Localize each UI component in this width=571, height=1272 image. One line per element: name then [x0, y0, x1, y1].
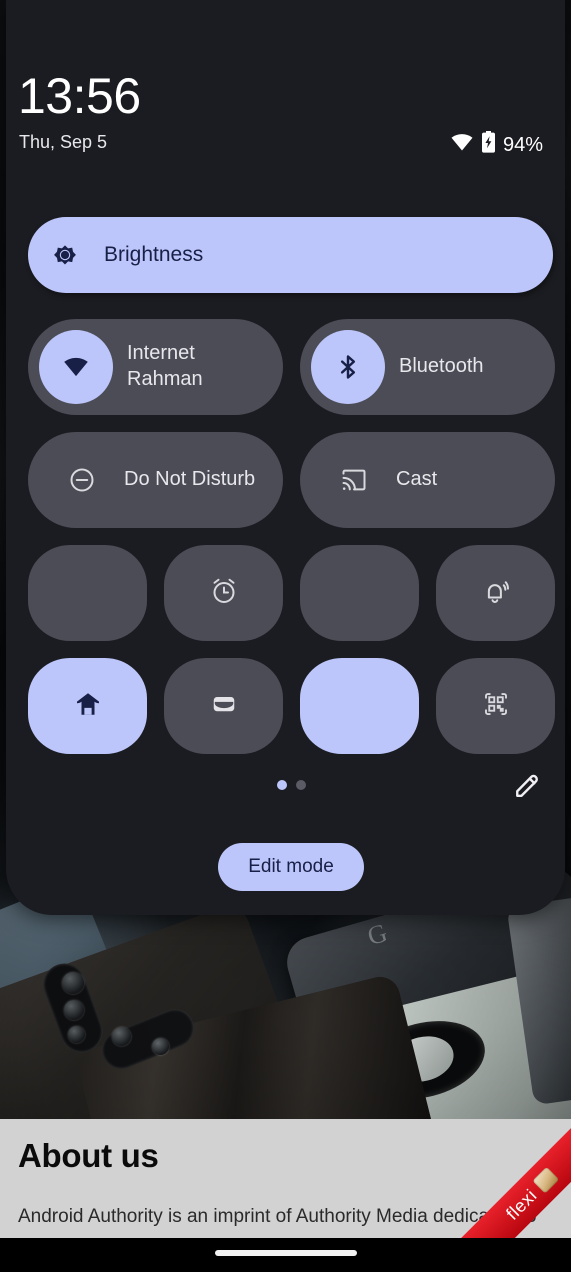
bell-ringing-icon [481, 576, 511, 611]
brightness-slider[interactable]: Brightness [28, 217, 553, 293]
navigation-bar [0, 1238, 571, 1272]
tile-bluetooth-title: Bluetooth [399, 355, 484, 378]
tile-row-3 [28, 545, 555, 641]
pagination-dots[interactable] [277, 780, 306, 790]
status-header: 13:56 Thu, Sep 5 94% [6, 0, 565, 190]
edit-mode-button[interactable]: Edit mode [218, 843, 364, 891]
battery-percent-label: 94% [502, 133, 543, 156]
tile-internet-subtitle: Rahman [127, 368, 203, 390]
tile-internet[interactable]: Internet Rahman [28, 319, 283, 415]
do-not-disturb-icon [54, 443, 110, 517]
tile-qr-scanner[interactable] [436, 658, 555, 754]
bluetooth-icon [311, 330, 385, 404]
tile-blank-1[interactable] [28, 545, 147, 641]
page-dot-1[interactable] [277, 780, 287, 790]
tile-blank-2[interactable] [300, 545, 419, 641]
wifi-icon [39, 330, 113, 404]
tile-internet-title: Internet [127, 342, 195, 365]
tile-alarm[interactable] [164, 545, 283, 641]
tile-internet-text: Internet Rahman [127, 341, 203, 392]
brightness-label: Brightness [104, 243, 204, 266]
qr-code-icon [481, 689, 511, 724]
tile-cast[interactable]: Cast [300, 432, 555, 528]
tile-dnd-title: Do Not Disturb [124, 468, 256, 491]
tile-ring-mode[interactable] [436, 545, 555, 641]
status-icons: 94% [450, 130, 543, 159]
tile-row-4 [28, 658, 555, 754]
pencil-icon[interactable] [509, 768, 545, 804]
cast-icon [326, 443, 382, 517]
quick-settings-panel: 13:56 Thu, Sep 5 94% Brightness Internet… [6, 0, 565, 915]
tile-bluetooth-text: Bluetooth [399, 354, 484, 380]
tile-cast-title: Cast [396, 468, 438, 491]
clock-date: Thu, Sep 5 [19, 132, 108, 152]
page-dot-2[interactable] [296, 780, 306, 790]
tile-bluetooth[interactable]: Bluetooth [300, 319, 555, 415]
phone-screen: G 13:56 Thu, Sep 5 [0, 0, 571, 1272]
home-indicator[interactable] [214, 1250, 357, 1256]
tile-row-2: Do Not Disturb Cast [28, 432, 555, 528]
home-icon [73, 689, 103, 724]
wifi-icon [450, 130, 474, 159]
brightness-sun-icon [49, 239, 81, 271]
flexi-badge-icon [532, 1166, 560, 1194]
tile-row-1: Internet Rahman Bluetooth [28, 319, 555, 415]
tile-blank-3[interactable] [300, 658, 419, 754]
alarm-clock-icon [209, 576, 239, 611]
tile-do-not-disturb[interactable]: Do Not Disturb [28, 432, 283, 528]
tile-home[interactable] [28, 658, 147, 754]
wallet-icon [209, 689, 239, 724]
tile-wallet[interactable] [164, 658, 283, 754]
clock-time: 13:56 [18, 68, 141, 124]
battery-charging-icon [481, 130, 496, 159]
about-us-title: About us [18, 1137, 159, 1174]
tile-dnd-text: Do Not Disturb [124, 467, 255, 493]
tile-cast-text: Cast [396, 467, 437, 493]
